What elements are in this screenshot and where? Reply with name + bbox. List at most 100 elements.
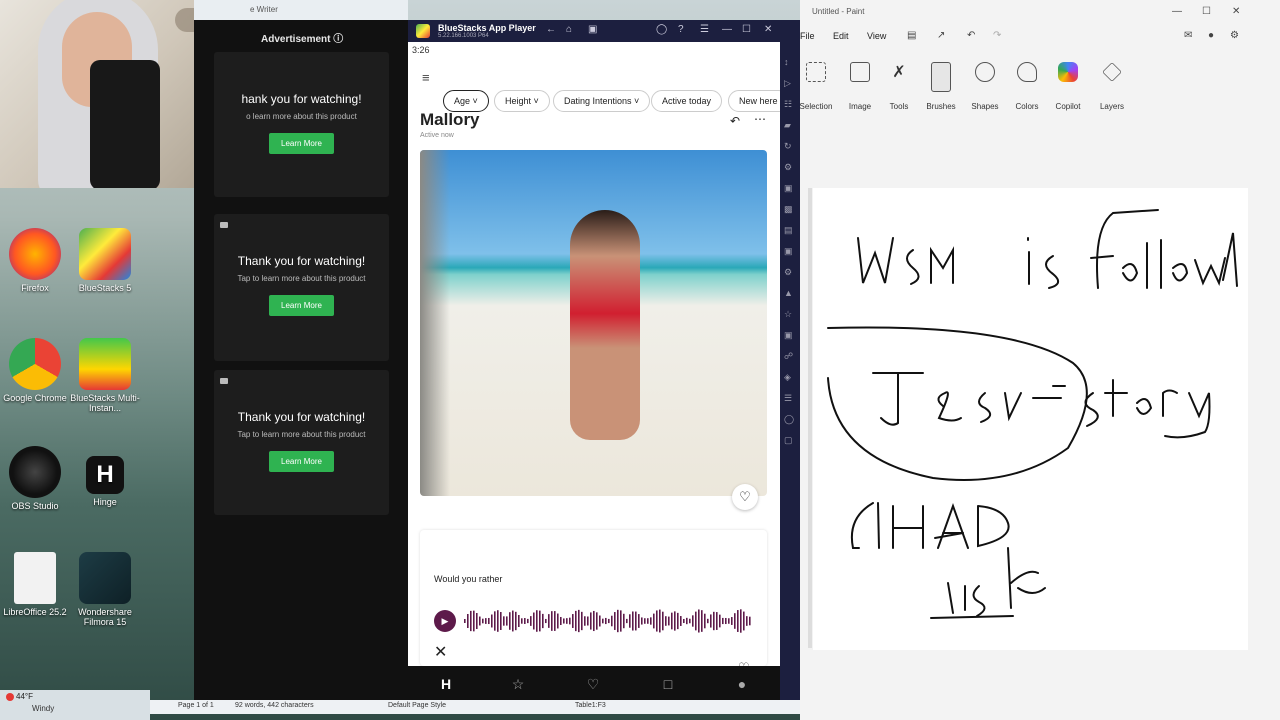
minimize-icon[interactable]: — [722,24,732,35]
waveform-bar [728,618,730,624]
waveform-bar [497,610,499,632]
ribbon-image[interactable]: Image [838,62,882,111]
minimize-icon[interactable]: — [1172,6,1182,17]
weather-alert-icon [6,693,14,701]
account-icon[interactable]: ● [1208,30,1214,41]
weather-condition: Windy [32,704,55,713]
waveform-bar [593,610,595,632]
menu-file[interactable]: File [800,31,815,41]
waveform-bar [725,617,727,625]
filter-chip-age[interactable]: Age ˅ [443,90,489,112]
ribbon-shapes[interactable]: Shapes [963,62,1007,111]
desktop-icon-filmora[interactable]: Wondershare Filmora 15 [70,552,140,627]
table-cell: Table1:F3 [575,702,606,709]
share-icon[interactable]: ↗ [937,30,945,41]
waveform-bar [503,616,505,626]
save-icon[interactable]: ▤ [907,30,916,41]
learn-more-button[interactable]: Learn More [269,133,334,154]
desktop-icon-libreoffice[interactable]: LibreOffice 25.2 [0,552,70,617]
palette-icon [1017,62,1037,82]
home-icon[interactable]: ⌂ [566,24,572,35]
standouts-tab-icon[interactable]: ☆ [510,676,526,692]
account-icon[interactable]: ◯ [656,24,667,35]
ad-title: Thank you for watching! [237,410,366,424]
vertical-scrollbar[interactable] [808,188,812,648]
waveform-bar [590,612,592,630]
matches-tab-icon[interactable]: □ [660,676,676,692]
waveform-bar [653,613,655,629]
filter-settings-icon[interactable]: ≡ [422,70,430,85]
waveform-bar [608,618,610,624]
close-icon[interactable]: ✕ [1232,6,1240,17]
profile-tab-icon[interactable]: ● [734,676,750,692]
filter-chip-new-here[interactable]: New here [728,90,780,112]
waveform-bar [737,610,739,632]
ribbon-brushes[interactable]: Brushes [919,62,963,111]
bottom-navbar: H ☆ ♡ □ ● [408,666,780,702]
back-icon[interactable]: ← [546,24,556,35]
waveform-bar [749,616,751,626]
desktop-icon-firefox[interactable]: Firefox [0,228,70,293]
desktop-icon-hinge[interactable]: H Hinge [70,456,140,507]
waveform-bar [719,614,721,628]
filter-chip-active-today[interactable]: Active today [651,90,723,112]
ribbon-copilot[interactable]: Copilot [1046,62,1090,111]
advertisement-header: Advertisement ⓘ [261,34,344,45]
waveform-bar [515,611,517,631]
menu-icon[interactable]: ☰ [700,24,709,35]
waveform-bar [584,616,586,626]
waveform-bar [512,610,514,632]
maximize-icon[interactable]: ☐ [1202,6,1211,17]
waveform-bar [575,610,577,632]
learn-more-button[interactable]: Learn More [269,451,334,472]
likes-tab-icon[interactable]: ♡ [585,676,601,692]
multitask-icon[interactable]: ▣ [588,24,597,35]
menu-edit[interactable]: Edit [833,31,849,41]
desktop-icon-bluestacks[interactable]: BlueStacks 5 [70,228,140,293]
paint-canvas[interactable] [813,188,1248,650]
writer-statusbar: Page 1 of 1 92 words, 442 characters Def… [150,700,800,714]
waveform-bar [680,616,682,626]
waveform-bar [662,611,664,631]
bluestacks-sidebar: ↕ ▷ ☷ ▰ ↻ ⚙ ▣ ▩ ▤ ▣ ⚙ ▲ ☆ ▣ ☍ ◈ ☰ ◯ ▢ [780,42,800,702]
redo-icon[interactable]: ↷ [993,30,1001,41]
learn-more-button[interactable]: Learn More [269,295,334,316]
maximize-icon[interactable]: ☐ [742,24,751,35]
desktop-icon-obs[interactable]: OBS Studio [0,446,70,511]
bluestacks-logo-icon [416,24,430,38]
ribbon-selection[interactable]: Selection [794,62,838,111]
discover-tab-icon[interactable]: H [438,676,454,692]
settings-icon[interactable]: ⚙ [1230,30,1239,41]
ribbon-layers[interactable]: Layers [1090,62,1134,111]
waveform-bar [668,616,670,626]
ad-card: Thank you for watching! Tap to learn mor… [214,214,389,361]
desktop-icon-label: BlueStacks Multi-Instan... [70,393,140,413]
ribbon-tools[interactable]: ✗ Tools [877,62,921,111]
paint-window: Untitled - Paint — ☐ ✕ File Edit View ▤ … [800,0,1280,720]
waveform-bar [647,618,649,624]
menu-view[interactable]: View [867,31,886,41]
undo-icon[interactable]: ↶ [967,30,975,41]
waveform-bar [686,617,688,625]
desktop-icon-label: LibreOffice 25.2 [3,607,67,617]
hinge-icon: H [86,456,124,494]
firefox-icon [9,228,61,280]
more-options-icon[interactable]: ⋯ [754,112,766,126]
like-photo-heart-icon[interactable]: ♡ [732,484,758,510]
desktop-icon-bluestacks-multi[interactable]: BlueStacks Multi-Instan... [70,338,140,413]
feedback-icon[interactable]: ✉ [1184,30,1192,41]
waveform-bar [587,616,589,626]
ad-subtitle: o learn more about this product [246,112,357,121]
undo-icon[interactable]: ↶ [730,114,740,128]
filter-chip-dating-intentions[interactable]: Dating Intentions ˅ [553,90,651,112]
layers-icon [1102,62,1122,82]
skip-x-icon[interactable]: ✕ [434,642,447,662]
sidebar-tool-icons[interactable]: ↕ ▷ ☷ ▰ ↻ ⚙ ▣ ▩ ▤ ▣ ⚙ ▲ ☆ ▣ ☍ ◈ ☰ ◯ ▢ [784,52,794,451]
close-icon[interactable]: ✕ [764,24,772,35]
ribbon-colors[interactable]: Colors [1005,62,1049,111]
help-icon[interactable]: ? [678,24,684,35]
desktop-icon-chrome[interactable]: Google Chrome [0,338,70,403]
filter-chip-height[interactable]: Height ˅ [494,90,550,112]
play-icon[interactable]: ▶ [434,610,456,632]
waveform-bar [539,610,541,632]
